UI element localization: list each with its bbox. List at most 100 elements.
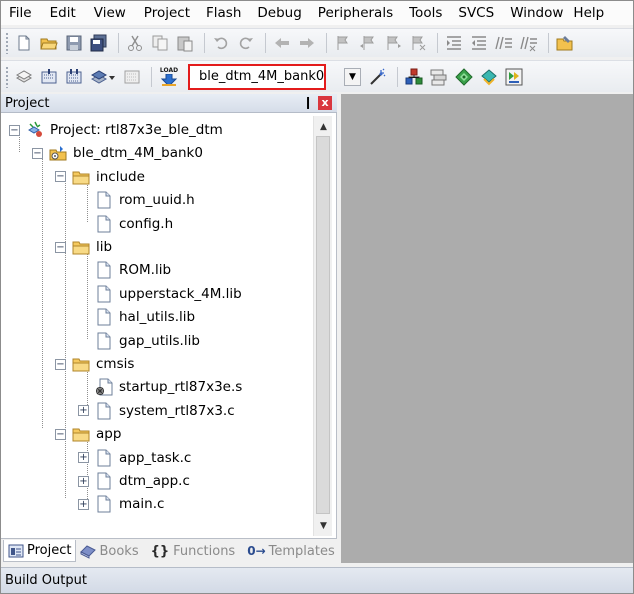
tab-books[interactable]: Books	[76, 540, 142, 562]
select-software-packs-button[interactable]	[428, 66, 450, 88]
unindent-button[interactable]	[468, 32, 490, 54]
pin-icon[interactable]: ❙	[303, 95, 313, 109]
manage-run-time-environment-button[interactable]	[478, 66, 500, 88]
menu-file[interactable]: File	[4, 1, 37, 25]
cut-button[interactable]	[124, 32, 146, 54]
target-dropdown-button[interactable]: ▼	[344, 67, 361, 86]
project-window-tabs: Project Books {} Functions 0→ Templates	[1, 538, 337, 563]
tree-item[interactable]: − cmsis	[55, 353, 134, 375]
collapse-icon[interactable]: −	[9, 124, 20, 136]
scroll-thumb[interactable]	[316, 136, 330, 514]
paste-icon	[177, 36, 193, 52]
paste-button[interactable]	[174, 32, 196, 54]
expand-icon[interactable]: +	[78, 498, 89, 510]
packs-icon	[505, 68, 523, 85]
menu-edit[interactable]: Edit	[45, 1, 81, 25]
project-window-title: Project	[5, 95, 50, 111]
tree-item[interactable]: − ble_dtm_4M_bank0	[32, 142, 203, 164]
save-all-button[interactable]	[88, 32, 110, 54]
tree-item[interactable]: upperstack_4M.lib	[95, 283, 242, 305]
copy-button[interactable]	[149, 32, 171, 54]
scroll-down-button[interactable]: ▼	[314, 517, 333, 534]
batch-build-button[interactable]	[88, 66, 118, 88]
expand-icon[interactable]: +	[78, 405, 89, 417]
tree-item-label: gap_utils.lib	[119, 332, 200, 349]
redo-button[interactable]	[235, 32, 257, 54]
rebuild-button[interactable]	[63, 66, 85, 88]
tree-item[interactable]: rom_uuid.h	[95, 189, 195, 211]
project-tree-scrollbar[interactable]: ▲ ▼	[313, 116, 332, 536]
bookmark-toggle-button[interactable]	[332, 32, 354, 54]
file-icon	[95, 472, 113, 490]
uncomment-icon	[520, 36, 537, 52]
uncomment-button[interactable]	[518, 32, 540, 54]
menu-svcs[interactable]: SVCS	[453, 1, 499, 25]
save-button[interactable]	[63, 32, 85, 54]
folder-icon	[72, 168, 90, 186]
bookmark-next-button[interactable]	[382, 32, 404, 54]
find-in-files-button[interactable]	[554, 32, 576, 54]
tree-item[interactable]: + main.c	[78, 493, 164, 515]
tree-item[interactable]: − Project: rtl87x3e_ble_dtm	[9, 119, 223, 141]
menu-project[interactable]: Project	[139, 1, 195, 25]
editor-area[interactable]	[341, 94, 633, 563]
stop-build-button[interactable]	[121, 66, 143, 88]
pack-installer-button[interactable]	[453, 66, 475, 88]
target-select[interactable]: ble_dtm_4M_bank0	[188, 63, 326, 90]
bookmark-prev-button[interactable]	[357, 32, 379, 54]
collapse-icon[interactable]: −	[55, 241, 66, 253]
collapse-icon[interactable]: −	[55, 428, 66, 440]
download-button[interactable]: LOAD	[157, 66, 181, 88]
menu-debug[interactable]: Debug	[252, 1, 306, 25]
close-panel-button[interactable]: x	[318, 96, 332, 110]
new-file-button[interactable]	[13, 32, 35, 54]
scroll-up-button[interactable]: ▲	[314, 118, 333, 135]
menu-view[interactable]: View	[89, 1, 131, 25]
toolbar-separator	[397, 66, 398, 87]
toolbar-grip[interactable]	[5, 32, 9, 54]
tab-templates[interactable]: 0→ Templates	[243, 540, 339, 562]
menu-peripherals[interactable]: Peripherals	[313, 1, 398, 25]
menu-flash[interactable]: Flash	[201, 1, 246, 25]
tree-item[interactable]: startup_rtl87x3e.s	[95, 376, 242, 398]
tree-item[interactable]: + system_rtl87x3.c	[78, 400, 235, 422]
tab-functions[interactable]: {} Functions	[147, 540, 240, 562]
translate-button[interactable]	[13, 66, 35, 88]
tree-item[interactable]: hal_utils.lib	[95, 306, 195, 328]
translate-icon	[15, 69, 33, 83]
tree-item[interactable]: + app_task.c	[78, 447, 191, 469]
tree-item[interactable]: − include	[55, 166, 145, 188]
build-button[interactable]	[38, 66, 60, 88]
collapse-icon[interactable]: −	[55, 358, 66, 370]
bookmark-clear-button[interactable]	[407, 32, 429, 54]
tree-item[interactable]: − lib	[55, 236, 112, 258]
tree-item[interactable]: + dtm_app.c	[78, 470, 190, 492]
bookmark-next-icon	[387, 36, 401, 50]
tree-item-label: ROM.lib	[119, 262, 172, 279]
select-packs-button[interactable]	[503, 66, 525, 88]
tab-project[interactable]: Project	[3, 540, 77, 562]
collapse-icon[interactable]: −	[55, 171, 66, 183]
navigate-back-button[interactable]	[271, 32, 293, 54]
chevron-down-icon: ▼	[349, 71, 356, 82]
comment-button[interactable]	[493, 32, 515, 54]
toolbar-separator	[151, 66, 152, 87]
toolbar-grip[interactable]	[5, 65, 9, 88]
tree-item-label: include	[96, 168, 145, 185]
tree-item[interactable]: config.h	[95, 213, 173, 235]
menu-window[interactable]: Window	[505, 1, 568, 25]
expand-icon[interactable]: +	[78, 475, 89, 487]
menu-tools[interactable]: Tools	[404, 1, 447, 25]
tree-item[interactable]: ROM.lib	[95, 259, 171, 281]
open-file-button[interactable]	[38, 32, 60, 54]
collapse-icon[interactable]: −	[32, 147, 43, 159]
navigate-forward-button[interactable]	[296, 32, 318, 54]
manage-project-items-button[interactable]	[403, 66, 425, 88]
tree-item[interactable]: gap_utils.lib	[95, 330, 200, 352]
menu-help[interactable]: Help	[568, 1, 609, 25]
expand-icon[interactable]: +	[78, 452, 89, 464]
indent-button[interactable]	[443, 32, 465, 54]
target-options-button[interactable]	[367, 66, 389, 88]
undo-button[interactable]	[210, 32, 232, 54]
tree-item[interactable]: − app	[55, 423, 121, 445]
